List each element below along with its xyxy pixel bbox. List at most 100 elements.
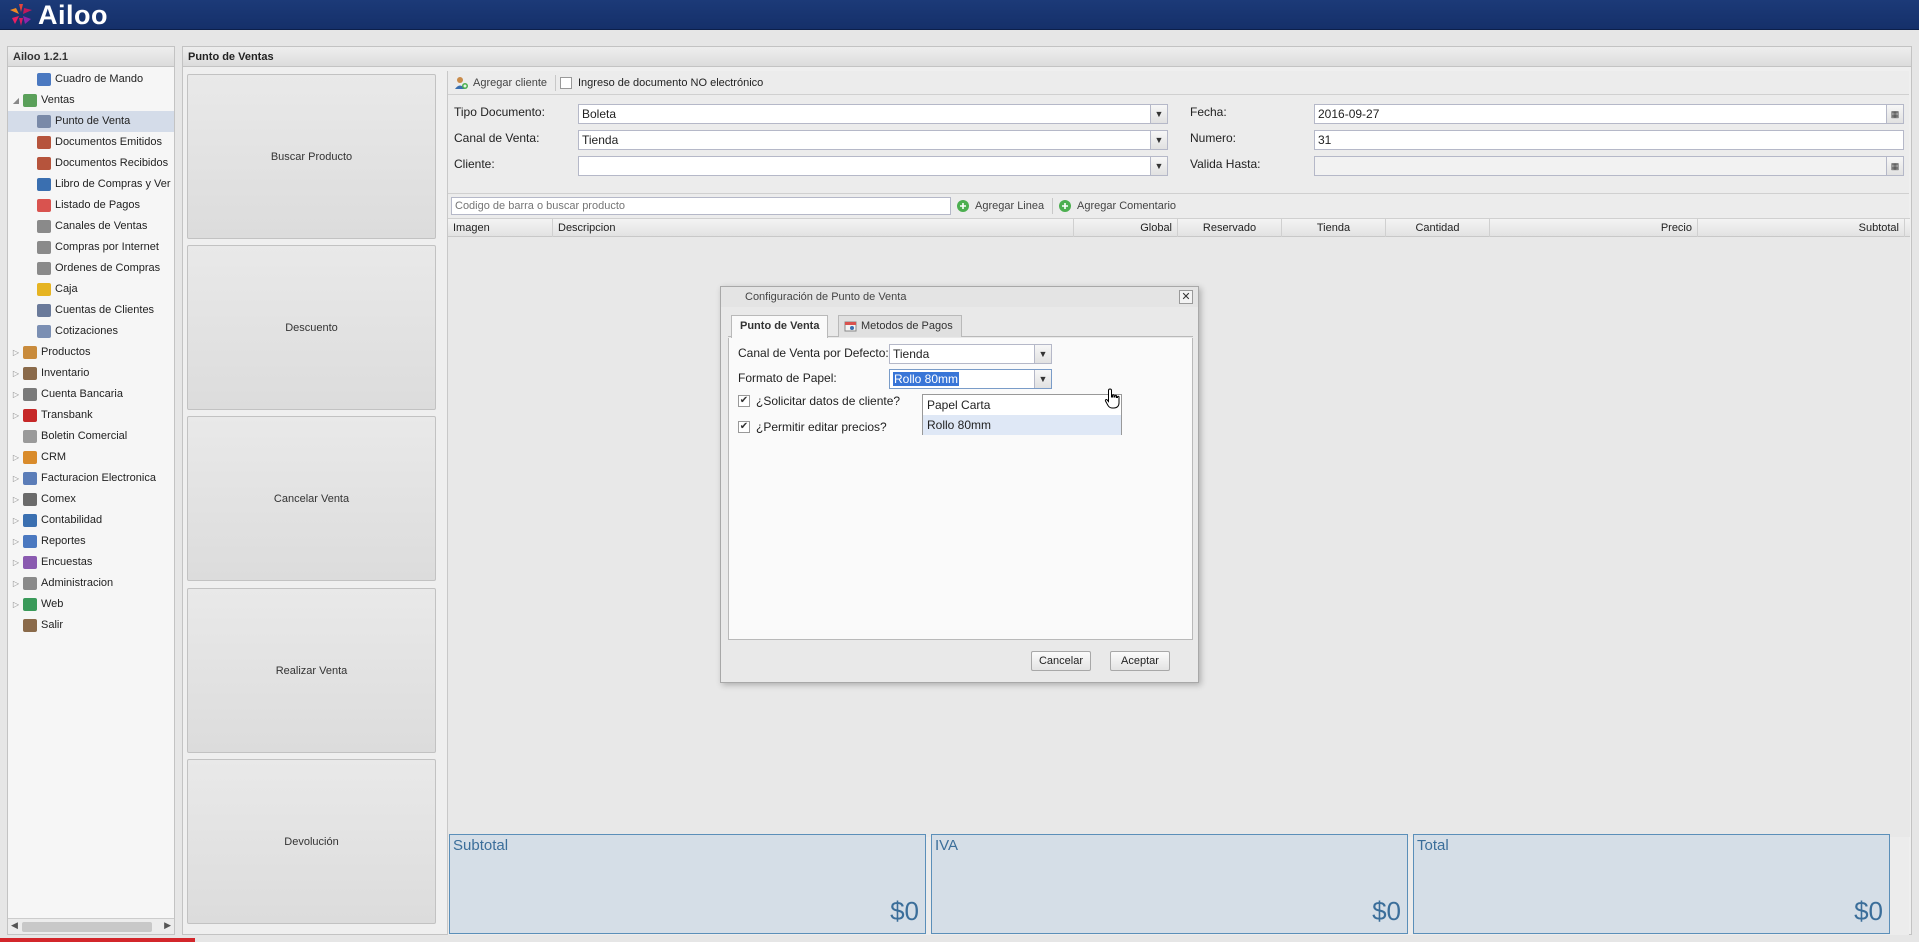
column-descripcion[interactable]: Descripcion (553, 219, 1074, 237)
no-electronic-toggle[interactable]: Ingreso de documento NO electrónico (560, 71, 763, 95)
column-reservado[interactable]: Reservado (1178, 219, 1282, 237)
product-search-input[interactable] (451, 197, 951, 215)
sidebar-item-encuestas[interactable]: ▷ Encuestas (8, 552, 174, 573)
chevron-down-icon[interactable]: ▼ (1150, 157, 1167, 175)
close-icon[interactable]: ✕ (1179, 290, 1193, 304)
sidebar-item-web[interactable]: ▷ Web (8, 594, 174, 615)
sidebar-item-ventas[interactable]: ◢ Ventas (8, 90, 174, 111)
tipo-documento-select[interactable]: Boleta ▼ (578, 104, 1168, 124)
expand-arrow-icon[interactable]: ▷ (11, 531, 21, 552)
column-tienda[interactable]: Tienda (1282, 219, 1386, 237)
cancel-button[interactable]: Cancelar (1031, 651, 1091, 671)
sidebar-item-boletin-comercial[interactable]: Boletin Comercial (8, 426, 174, 447)
expand-arrow-icon[interactable]: ▷ (11, 573, 21, 594)
sidebar-item-reportes[interactable]: ▷ Reportes (8, 531, 174, 552)
scrollbar-thumb[interactable] (22, 922, 152, 932)
box-icon (23, 346, 37, 359)
sidebar-item-label: Ventas (41, 94, 75, 106)
column-global[interactable]: Global (1074, 219, 1178, 237)
solicitar-datos-checkbox[interactable]: ✔ (738, 395, 750, 407)
book-icon (37, 178, 51, 191)
expand-arrow-icon[interactable]: ▷ (11, 447, 21, 468)
scroll-left-icon[interactable]: ◀ (11, 920, 18, 931)
tab-metodos-de-pagos[interactable]: Metodos de Pagos (838, 315, 962, 337)
sidebar-item-label: CRM (41, 451, 67, 463)
accept-button[interactable]: Aceptar (1110, 651, 1170, 671)
add-comment-button[interactable]: Agregar Comentario (1058, 194, 1176, 218)
horizontal-scrollbar[interactable]: ◀ ▶ (8, 918, 174, 934)
iva-value: $0 (1372, 896, 1401, 926)
fecha-field[interactable]: 2016-09-27 ▦ (1314, 104, 1904, 124)
calendar-icon[interactable]: ▦ (1886, 157, 1903, 175)
sidebar-item-documentos-emitidos[interactable]: Documentos Emitidos (8, 132, 174, 153)
sidebar-item-libro-de-compras-y-ver[interactable]: Libro de Compras y Ver (8, 174, 174, 195)
sidebar-item-cuadro-de-mando[interactable]: Cuadro de Mando (8, 69, 174, 90)
chevron-down-icon[interactable]: ▼ (1034, 370, 1051, 388)
sidebar-item-listado-de-pagos[interactable]: Listado de Pagos (8, 195, 174, 216)
calendar-icon[interactable]: ▦ (1886, 105, 1903, 123)
canal-venta-value: Tienda (582, 133, 619, 147)
sidebar-item-administracion[interactable]: ▷ Administracion (8, 573, 174, 594)
fecha-value: 2016-09-27 (1318, 107, 1380, 121)
sidebar-item-documentos-recibidos[interactable]: Documentos Recibidos (8, 153, 174, 174)
cliente-select[interactable]: ▼ (578, 156, 1168, 176)
option-rollo-80mm[interactable]: Rollo 80mm (923, 415, 1121, 435)
no-electronic-checkbox[interactable] (560, 77, 572, 89)
sidebar-item-canales-de-ventas[interactable]: Canales de Ventas (8, 216, 174, 237)
sidebar-item-punto-de-venta[interactable]: Punto de Venta (8, 111, 174, 132)
devolucion-button[interactable]: Devolución (187, 759, 436, 924)
sidebar-item-compras-por-internet[interactable]: Compras por Internet (8, 237, 174, 258)
chevron-down-icon[interactable]: ▼ (1150, 105, 1167, 123)
add-client-button[interactable]: Agregar cliente (454, 71, 547, 95)
sidebar-item-productos[interactable]: ▷ Productos (8, 342, 174, 363)
sidebar-item-cuentas-de-clientes[interactable]: Cuentas de Clientes (8, 300, 174, 321)
descuento-button[interactable]: Descuento (187, 245, 436, 410)
buscar-producto-button[interactable]: Buscar Producto (187, 74, 436, 239)
cancelar-venta-button[interactable]: Cancelar Venta (187, 416, 436, 581)
sidebar-item-caja[interactable]: Caja (8, 279, 174, 300)
sidebar-item-transbank[interactable]: ▷ Transbank (8, 405, 174, 426)
sidebar-item-label: Facturacion Electronica (41, 472, 156, 484)
sidebar-item-comex[interactable]: ▷ Comex (8, 489, 174, 510)
formato-papel-select[interactable]: Rollo 80mm ▼ (889, 369, 1052, 389)
column-precio[interactable]: Precio (1490, 219, 1698, 237)
sidebar-item-crm[interactable]: ▷ CRM (8, 447, 174, 468)
progress-strip (0, 938, 195, 942)
canal-defecto-select[interactable]: Tienda ▼ (889, 344, 1052, 364)
add-icon (1059, 200, 1071, 212)
expand-arrow-icon[interactable]: ▷ (11, 384, 21, 405)
expand-arrow-icon[interactable]: ▷ (11, 405, 21, 426)
column-subtotal[interactable]: Subtotal (1698, 219, 1905, 237)
sidebar-item-label: Documentos Recibidos (55, 157, 169, 169)
expand-arrow-icon[interactable]: ▷ (11, 363, 21, 384)
sidebar-item-ordenes-de-compras[interactable]: Ordenes de Compras (8, 258, 174, 279)
chevron-down-icon[interactable]: ▼ (1034, 345, 1051, 363)
fecha-label: Fecha: (1190, 105, 1227, 119)
expand-arrow-icon[interactable]: ▷ (11, 468, 21, 489)
editar-precios-checkbox[interactable]: ✔ (738, 421, 750, 433)
expand-arrow-icon[interactable]: ▷ (11, 552, 21, 573)
tab-punto-de-venta[interactable]: Punto de Venta (731, 315, 829, 338)
sidebar-item-cotizaciones[interactable]: Cotizaciones (8, 321, 174, 342)
sidebar-item-cuenta-bancaria[interactable]: ▷ Cuenta Bancaria (8, 384, 174, 405)
option-papel-carta[interactable]: Papel Carta (923, 395, 1121, 415)
sidebar-item-contabilidad[interactable]: ▷ Contabilidad (8, 510, 174, 531)
realizar-venta-button[interactable]: Realizar Venta (187, 588, 436, 753)
expand-arrow-icon[interactable]: ▷ (11, 594, 21, 615)
scroll-right-icon[interactable]: ▶ (164, 920, 171, 931)
column-cantidad[interactable]: Cantidad (1386, 219, 1490, 237)
expand-arrow-icon[interactable]: ▷ (11, 510, 21, 531)
numero-field[interactable]: 31 (1314, 130, 1904, 150)
sidebar-item-facturacion-electronica[interactable]: ▷ Facturacion Electronica (8, 468, 174, 489)
sidebar-item-inventario[interactable]: ▷ Inventario (8, 363, 174, 384)
expand-arrow-icon[interactable]: ▷ (11, 489, 21, 510)
chevron-down-icon[interactable]: ▼ (1150, 131, 1167, 149)
canal-venta-select[interactable]: Tienda ▼ (578, 130, 1168, 150)
money-icon (23, 94, 37, 107)
expand-arrow-icon[interactable]: ▷ (11, 342, 21, 363)
add-line-button[interactable]: Agregar Linea (956, 194, 1044, 218)
sidebar-item-salir[interactable]: Salir (8, 615, 174, 636)
valida-hasta-field[interactable]: ▦ (1314, 156, 1904, 176)
column-imagen[interactable]: Imagen (448, 219, 553, 237)
collapse-arrow-icon[interactable]: ◢ (11, 90, 21, 111)
